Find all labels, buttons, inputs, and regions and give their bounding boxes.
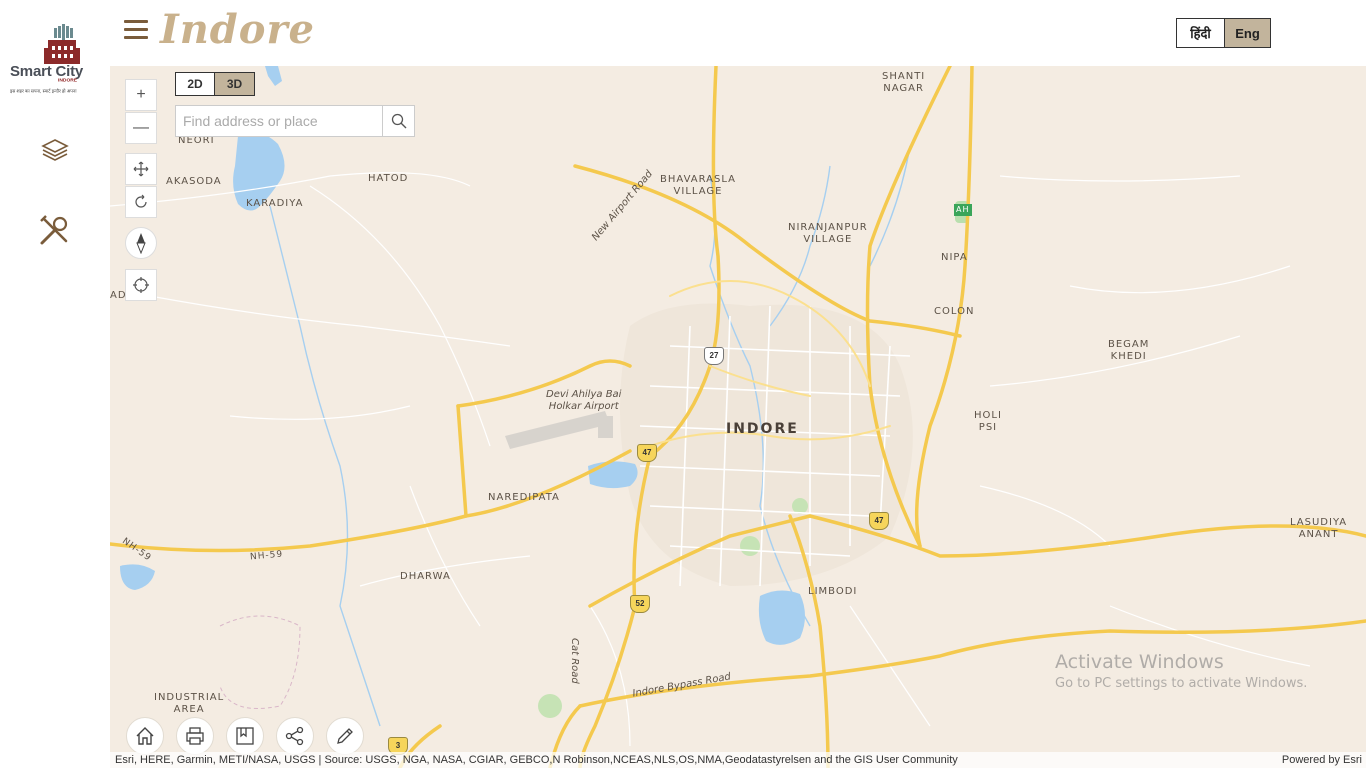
pan-icon bbox=[133, 161, 149, 177]
map-label-begam-khedi: BEGAM KHEDI bbox=[1108, 339, 1149, 363]
locate-button[interactable] bbox=[125, 269, 157, 301]
smart-city-logo: Smart City INDORE इस शहर का सपना, स्मार्… bbox=[8, 18, 104, 102]
highway-shield-52: 52 bbox=[630, 595, 650, 613]
watermark-title: Activate Windows bbox=[1055, 651, 1224, 673]
map-label-lasudiya: LASUDIYA ANANT bbox=[1290, 517, 1347, 541]
compass-icon bbox=[136, 233, 146, 254]
map-label-bhavarasla: BHAVARASLA VILLAGE bbox=[660, 174, 736, 198]
map-label-naredipata: NAREDIPATA bbox=[488, 492, 560, 503]
attribution-text: Esri, HERE, Garmin, METI/NASA, USGS | So… bbox=[115, 754, 958, 766]
draw-icon bbox=[337, 728, 353, 744]
language-switch: हिंदी Eng bbox=[1176, 18, 1271, 48]
search-input[interactable] bbox=[176, 106, 382, 136]
label-text: BHAVARASLA VILLAGE bbox=[660, 174, 736, 197]
map-label-airport: Devi Ahilya Bai Holkar Airport bbox=[546, 389, 621, 413]
search-button[interactable] bbox=[382, 106, 414, 136]
bookmark-icon bbox=[236, 727, 254, 745]
rotate-icon bbox=[135, 194, 147, 208]
map-attribution: Esri, HERE, Garmin, METI/NASA, USGS | So… bbox=[110, 752, 1366, 768]
sidebar-item-tools[interactable] bbox=[33, 208, 77, 252]
highway-shield-47b: 47 bbox=[869, 512, 889, 530]
map-label-dharwa: DHARWA bbox=[400, 571, 451, 582]
label-text: BEGAM KHEDI bbox=[1108, 339, 1150, 362]
home-button[interactable] bbox=[126, 717, 164, 755]
highway-shield-47: 47 bbox=[637, 444, 657, 462]
map-label-industrial: INDUSTRIAL AREA bbox=[154, 692, 224, 716]
compass-button[interactable] bbox=[125, 227, 157, 259]
powered-by-esri-link[interactable]: Powered by Esri bbox=[1282, 752, 1362, 768]
view-2d-button[interactable]: 2D bbox=[175, 72, 215, 96]
sidebar-item-layers[interactable] bbox=[33, 128, 77, 172]
map-label-hatod: HATOD bbox=[368, 173, 409, 184]
rotate-button[interactable] bbox=[125, 186, 157, 218]
zoom-in-button[interactable]: + bbox=[125, 79, 157, 111]
layers-icon bbox=[41, 139, 69, 161]
hamburger-menu-button[interactable] bbox=[124, 20, 148, 42]
map-label-karadiya: KARADIYA bbox=[246, 198, 304, 209]
logo-emblem bbox=[44, 24, 80, 64]
menu-bar bbox=[124, 36, 148, 39]
print-button[interactable] bbox=[176, 717, 214, 755]
share-icon bbox=[285, 726, 304, 746]
view-3d-button[interactable]: 3D bbox=[215, 72, 255, 96]
map-label-ah: AH bbox=[954, 204, 972, 216]
share-button[interactable] bbox=[276, 717, 314, 755]
label-text: NIRANJANPUR VILLAGE bbox=[788, 222, 868, 245]
zoom-out-button[interactable]: — bbox=[125, 112, 157, 144]
search-box bbox=[175, 105, 415, 137]
map-label-niranjanpur: NIRANJANPUR VILLAGE bbox=[788, 222, 868, 246]
map-view[interactable]: SHANTI NAGAR NEORI AKASODA HATOD KARADIY… bbox=[110, 66, 1366, 768]
draw-button[interactable] bbox=[326, 717, 364, 755]
map-label-shanti-nagar: SHANTI NAGAR bbox=[882, 71, 925, 95]
label-text: LASUDIYA ANANT bbox=[1290, 517, 1348, 540]
label-text: Devi Ahilya Bai Holkar Airport bbox=[546, 389, 622, 412]
label-text: HOLI PSI bbox=[974, 410, 1002, 433]
logo-sub: INDORE bbox=[58, 78, 78, 83]
map-label-cat-road: Cat Road bbox=[569, 638, 580, 684]
bookmark-button[interactable] bbox=[226, 717, 264, 755]
map-label-limbodi: LIMBODI bbox=[808, 586, 858, 597]
watermark-subtitle: Go to PC settings to activate Windows. bbox=[1055, 676, 1308, 691]
search-icon bbox=[391, 113, 406, 129]
home-icon bbox=[136, 727, 154, 745]
map-label-holi-psi: HOLI PSI bbox=[974, 410, 1002, 434]
highway-shield-27: 27 bbox=[704, 347, 724, 365]
lang-english-button[interactable]: Eng bbox=[1225, 18, 1271, 48]
lang-hindi-button[interactable]: हिंदी bbox=[1176, 18, 1225, 48]
print-icon bbox=[186, 727, 204, 745]
map-label-indore: INDORE bbox=[726, 421, 799, 437]
pan-button[interactable] bbox=[125, 153, 157, 185]
map-label-akasoda: AKASODA bbox=[166, 176, 222, 187]
map-label-nipa: NIPA bbox=[941, 252, 968, 263]
left-sidebar: Smart City INDORE इस शहर का सपना, स्मार्… bbox=[0, 0, 110, 768]
top-header: Indore हिंदी Eng bbox=[110, 0, 1366, 66]
menu-bar bbox=[124, 28, 148, 31]
windows-activation-watermark: Activate Windows Go to PC settings to ac… bbox=[1055, 651, 1307, 691]
label-text: SHANTI NAGAR bbox=[882, 71, 926, 94]
locate-icon bbox=[133, 277, 149, 293]
menu-bar bbox=[124, 20, 148, 23]
view-mode-toggle: 2D 3D bbox=[175, 72, 255, 96]
label-text: INDUSTRIAL AREA bbox=[154, 692, 225, 715]
tools-icon bbox=[40, 215, 68, 245]
map-label-colon: COLON bbox=[934, 306, 975, 317]
page-title: Indore bbox=[160, 6, 315, 53]
logo-tagline: इस शहर का सपना, स्मार्ट इन्दौर हो अपना bbox=[10, 89, 77, 95]
